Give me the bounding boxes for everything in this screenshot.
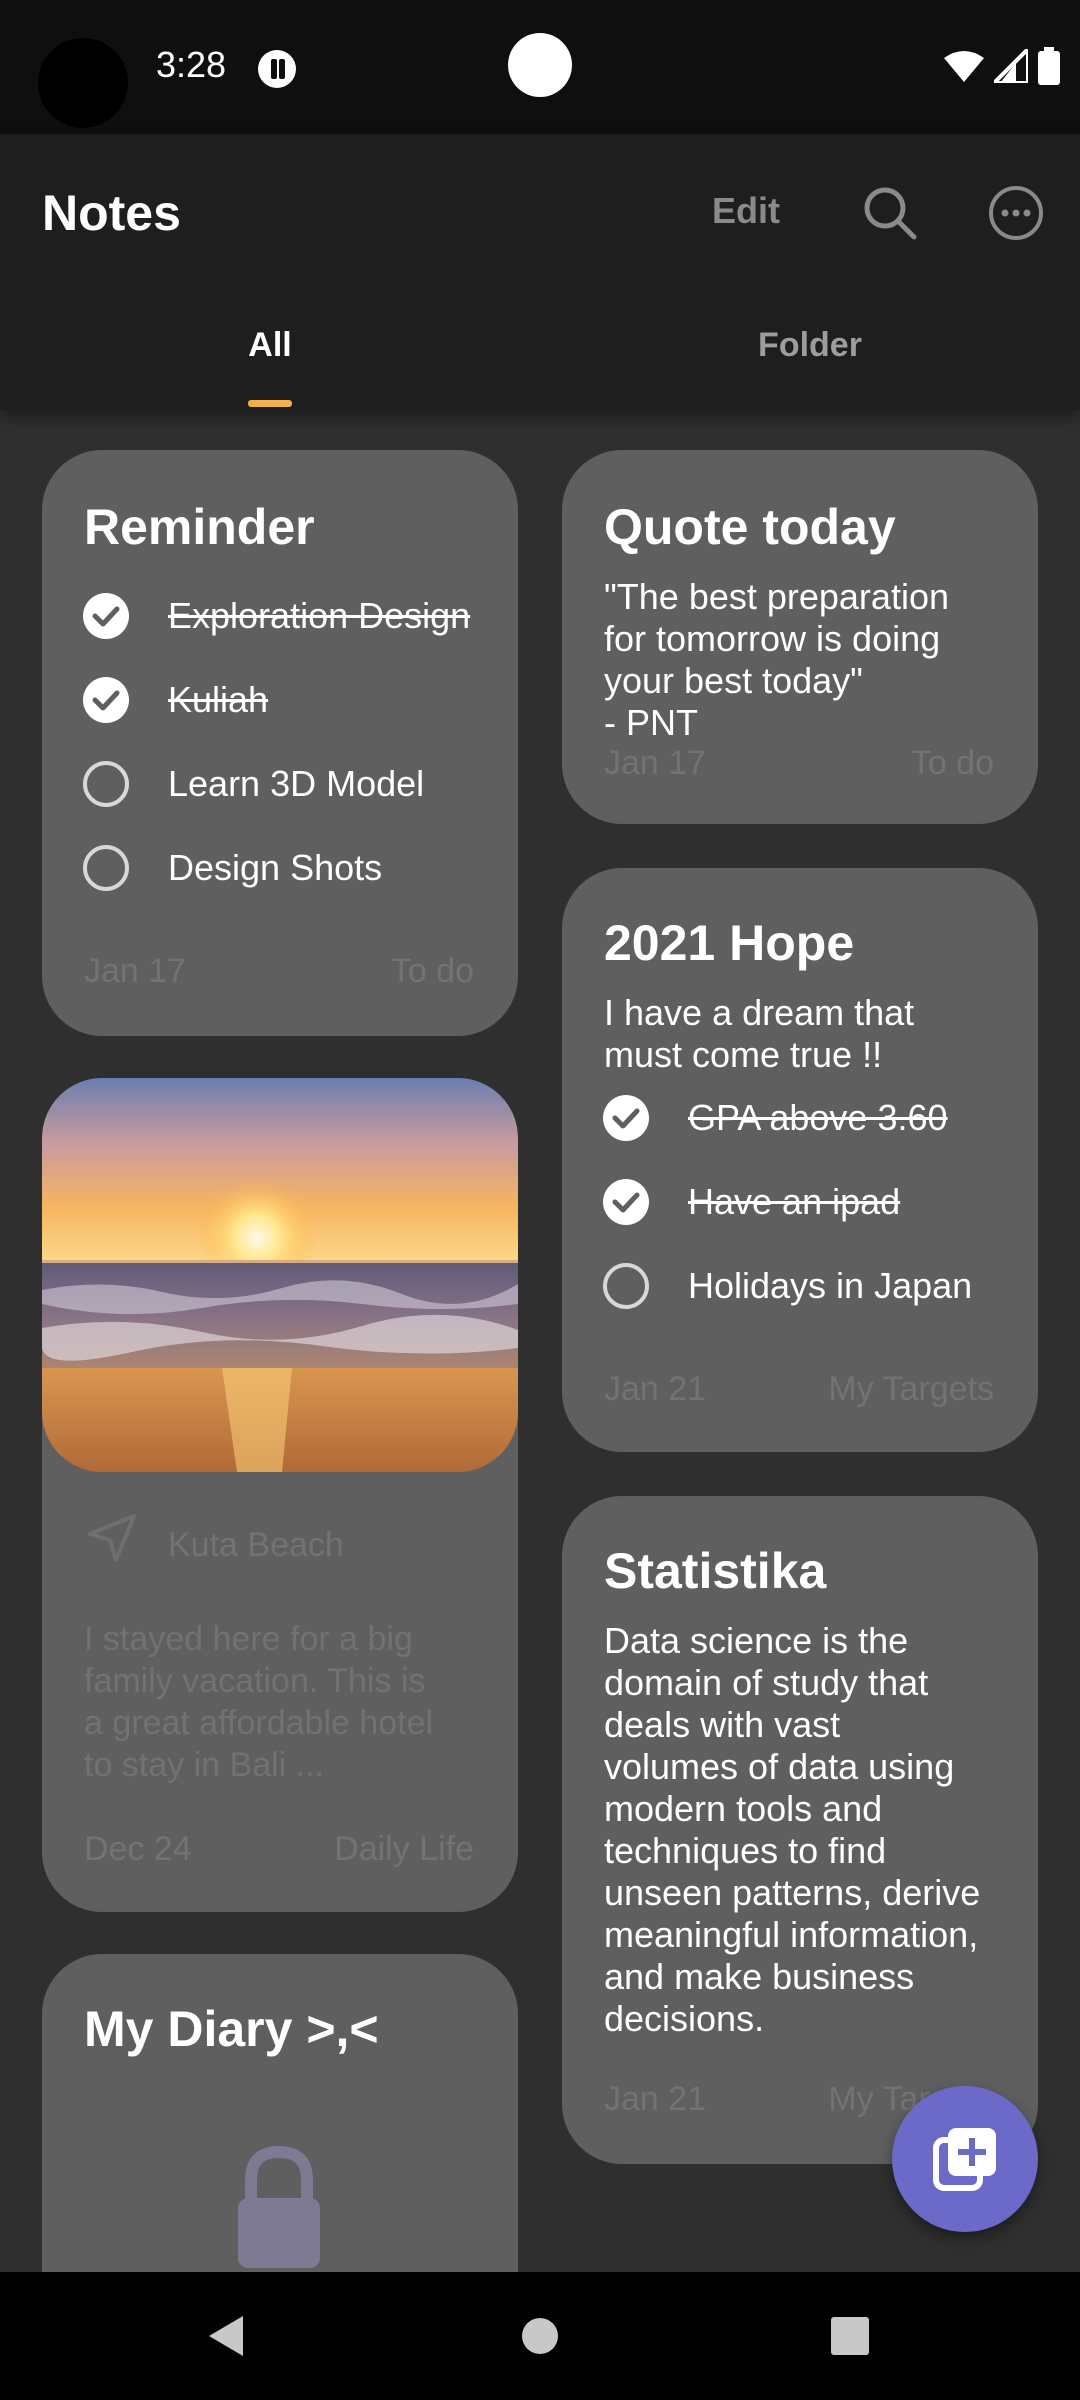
note-folder: Daily Life: [334, 1830, 474, 1868]
note-title: My Diary >,<: [84, 2001, 379, 2057]
checked-circle-icon[interactable]: [602, 1094, 650, 1142]
note-line: a great affordable hotel: [84, 1704, 434, 1742]
back-button[interactable]: [165, 2272, 285, 2400]
tab-all[interactable]: All: [0, 312, 540, 410]
note-line: meaningful information,: [604, 1914, 979, 1955]
checklist-item[interactable]: GPA above 3.60: [602, 1092, 948, 1144]
note-date: Jan 21: [604, 1370, 707, 1408]
active-tab-indicator: [248, 400, 292, 407]
note-date: Jan 17: [604, 744, 707, 782]
note-body: "The best preparation for tomorrow is do…: [604, 576, 949, 744]
note-line: to stay in Bali ...: [84, 1746, 324, 1784]
checked-circle-icon[interactable]: [602, 1178, 650, 1226]
more-options-button[interactable]: [981, 178, 1051, 248]
note-line: - PNT: [604, 702, 698, 743]
sunset-image: [42, 1078, 518, 1472]
note-date: Dec 24: [84, 1830, 192, 1868]
note-title: Quote today: [604, 499, 896, 555]
note-title: 2021 Hope: [604, 915, 855, 971]
navigation-arrow-icon: [88, 1514, 136, 1562]
note-line: must come true !!: [604, 1034, 883, 1075]
note-body: I stayed here for a big family vacation.…: [84, 1618, 433, 1786]
checked-circle-icon[interactable]: [82, 592, 130, 640]
checklist-item[interactable]: Have an ipad: [602, 1176, 900, 1228]
note-title: Reminder: [84, 499, 315, 555]
checklist-label: GPA above 3.60: [688, 1097, 948, 1138]
search-icon: [864, 187, 917, 240]
note-title: Statistika: [604, 1543, 827, 1599]
home-circle-icon: [522, 2318, 558, 2354]
note-line: and make business: [604, 1956, 915, 1997]
checklist-label: Kuliah: [168, 679, 269, 720]
note-line: I have a dream that: [604, 992, 915, 1033]
note-line: decisions.: [604, 1998, 765, 2039]
back-triangle-icon: [209, 2316, 243, 2356]
checklist-label: Learn 3D Model: [168, 763, 425, 804]
note-location: Kuta Beach: [168, 1526, 344, 1564]
note-line: deals with vast: [604, 1704, 841, 1745]
note-card-beach[interactable]: Kuta Beach I stayed here for a big famil…: [42, 1078, 518, 1912]
search-button[interactable]: [855, 178, 925, 248]
edit-button[interactable]: Edit: [712, 190, 780, 232]
status-time: 3:28: [156, 44, 227, 85]
system-icons: [944, 46, 1060, 86]
checklist-label: Have an ipad: [688, 1181, 901, 1222]
note-folder: My Targets: [828, 1370, 994, 1408]
note-line: modern tools and: [604, 1788, 883, 1829]
note-line: your best today": [604, 660, 863, 701]
note-line: unseen patterns, derive: [604, 1872, 981, 1913]
tab-bar: All Folder: [0, 312, 1080, 410]
cellular-signal-icon: [994, 49, 1028, 83]
battery-icon: [1038, 47, 1060, 85]
status-bar: 3:28: [0, 0, 1080, 134]
checklist-item[interactable]: Learn 3D Model: [82, 758, 424, 810]
app-notification-icon: [258, 50, 296, 88]
recents-button[interactable]: [790, 2272, 910, 2400]
more-icon: [989, 186, 1043, 240]
note-line: domain of study that: [604, 1662, 929, 1703]
checklist-item[interactable]: Kuliah: [82, 674, 268, 726]
add-note-button[interactable]: [892, 2086, 1038, 2232]
note-card-statistika[interactable]: Statistika Data science is the domain of…: [562, 1496, 1038, 2164]
checklist-item[interactable]: Exploration Design: [82, 590, 470, 642]
note-line: for tomorrow is doing: [604, 618, 941, 659]
front-camera-dot: [508, 33, 572, 97]
camera-cutout: [38, 38, 128, 128]
note-folder: To do: [390, 952, 474, 990]
checklist-item[interactable]: Holidays in Japan: [602, 1260, 972, 1312]
wifi-icon: [944, 51, 984, 82]
note-date: Jan 21: [604, 2080, 707, 2118]
unchecked-circle-icon[interactable]: [82, 760, 130, 808]
checklist-item[interactable]: Design Shots: [82, 842, 382, 894]
checklist-label: Holidays in Japan: [688, 1265, 973, 1306]
tab-folder[interactable]: Folder: [540, 312, 1080, 410]
note-line: family vacation. This is: [84, 1662, 426, 1700]
home-button[interactable]: [480, 2272, 600, 2400]
page-title: Notes: [42, 185, 181, 241]
note-line: I stayed here for a big: [84, 1620, 413, 1658]
note-line: "The best preparation: [604, 576, 949, 617]
unchecked-circle-icon[interactable]: [602, 1262, 650, 1310]
note-card-quote[interactable]: Quote today "The best preparation for to…: [562, 450, 1038, 824]
note-folder: To do: [910, 744, 994, 782]
add-note-icon: [933, 2128, 996, 2191]
note-card-hope[interactable]: 2021 Hope I have a dream that must come …: [562, 868, 1038, 1452]
note-date: Jan 17: [84, 952, 187, 990]
note-line: Data science is the: [604, 1620, 909, 1661]
checked-circle-icon[interactable]: [82, 676, 130, 724]
checklist-label: Exploration Design: [168, 595, 471, 636]
app-bar: Notes Edit All Folder: [0, 134, 1080, 410]
note-card-reminder[interactable]: Reminder Exploration Design Kuliah Learn…: [42, 450, 518, 1036]
lock-icon: [238, 2145, 320, 2268]
recents-square-icon: [831, 2317, 869, 2355]
note-body: Data science is the domain of study that…: [604, 1620, 980, 2040]
unchecked-circle-icon[interactable]: [82, 844, 130, 892]
beach-photo: [42, 1078, 518, 1472]
note-line: techniques to find: [604, 1830, 887, 1871]
note-body: I have a dream that must come true !!: [604, 992, 914, 1076]
note-line: volumes of data using: [604, 1746, 955, 1787]
checklist-label: Design Shots: [168, 847, 383, 888]
system-navigation-bar: [0, 2272, 1080, 2400]
